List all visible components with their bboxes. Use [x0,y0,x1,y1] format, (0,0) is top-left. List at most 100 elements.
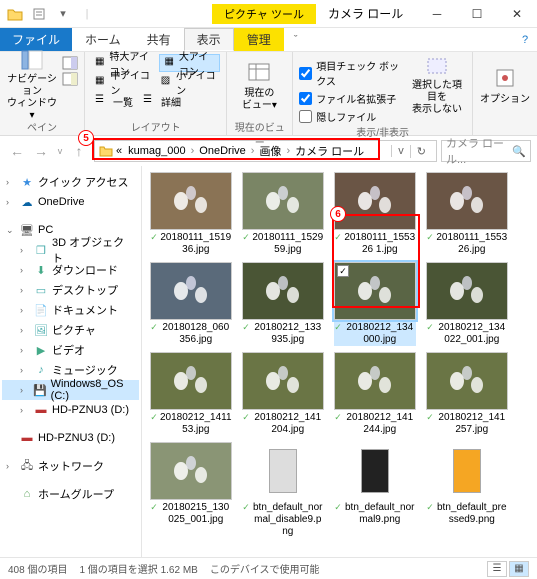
status-bar: 408 個の項目 1 個の項目を選択 1.62 MB このデバイスで使用可能 ☰… [0,557,537,579]
refresh-button[interactable]: ↻ [410,145,432,158]
check-item-checkboxes[interactable]: 項目チェック ボックス [299,58,404,88]
details-pane-icon[interactable] [62,72,78,86]
file-grid[interactable]: 6 ✓20180111_151936.jpg✓20180111_152959.j… [142,166,537,557]
net-icon: 🖧 [20,459,34,473]
tree-item[interactable]: ›🖼ピクチャ [2,320,139,340]
file-item[interactable]: ✓20180212_141257.jpg [424,352,510,436]
tree-item[interactable]: ›📄ドキュメント [2,300,139,320]
sync-icon: ✓ [334,322,342,333]
3d-icon: ❒ [34,243,48,257]
maximize-button[interactable]: ☐ [457,0,497,28]
tree-item[interactable]: ▬HD-PZNU3 (D:) [2,428,139,448]
tree-item[interactable]: ›★クイック アクセス [2,172,139,192]
view-details-button[interactable]: ☰ [487,561,507,577]
file-item[interactable]: ✓btn_default_normal9.png [332,442,418,538]
properties-icon[interactable] [28,3,50,25]
file-name: ✓btn_default_pressed9.png [426,500,508,526]
search-box[interactable]: カメラ ロール... 🔍 [441,140,531,162]
tree-item[interactable]: ›♪ミュージック [2,360,139,380]
check-extensions[interactable]: ファイル名拡張子 [299,91,404,106]
chevron-icon: › [20,325,30,335]
file-item[interactable]: ✓20180111_155326.jpg [424,172,510,256]
columns-icon [245,58,273,86]
current-view-button[interactable]: 現在の ビュー▾ [233,54,285,116]
ribbon-collapse-icon[interactable]: ˇ [284,28,308,51]
sync-icon: ✓ [150,322,158,333]
sync-icon: ✓ [242,232,250,243]
navigation-pane-button[interactable]: ナビゲーション ウィンドウ▾ [6,54,58,116]
options-button[interactable]: オプション [479,54,531,116]
vid-icon: ▶ [34,343,48,357]
file-item[interactable]: ✓20180111_151936.jpg [148,172,234,256]
tree-item[interactable]: ›▶ビデオ [2,340,139,360]
sync-icon: ✓ [150,412,158,423]
crumb-2[interactable]: 画像 [256,143,284,159]
showhide-checks: 項目チェック ボックス ファイル名拡張子 隠しファイル [299,54,404,124]
pic-icon: 🖼 [34,323,48,337]
current-view-label: 現在の ビュー▾ [242,88,277,112]
hide-icon [423,54,451,78]
file-item[interactable]: ✓20180215_130025_001.jpg [148,442,234,538]
options-icon [491,64,519,92]
help-button[interactable]: ? [513,28,537,51]
file-item[interactable]: ✓20180128_060356.jpg [148,262,234,346]
recent-dropdown[interactable]: v [54,140,66,162]
file-name: ✓20180111_151936.jpg [150,230,232,256]
chevron-icon: › [20,285,30,295]
tree-item[interactable]: ›▬HD-PZNU3 (D:) [2,400,139,420]
preview-pane-icon[interactable] [62,56,78,70]
sync-icon: ✓ [150,232,158,243]
tree-item[interactable]: ›☁OneDrive [2,192,139,212]
back-button[interactable]: ← [6,140,28,162]
crumb-1[interactable]: OneDrive [196,145,248,157]
status-selection: 1 個の項目を選択 1.62 MB [79,561,197,576]
file-item[interactable]: ✓✓20180212_134000.jpg [332,262,418,346]
doc-icon: 📄 [34,303,48,317]
check-hidden[interactable]: 隠しファイル [299,109,404,124]
crumb-3[interactable]: カメラ ロール [292,143,367,159]
file-item[interactable]: ✓20180212_141244.jpg [332,352,418,436]
tree-item[interactable]: ›❒3D オブジェクト [2,240,139,260]
file-item[interactable]: ✓20180212_141204.jpg [240,352,326,436]
tree-item[interactable]: ›▭デスクトップ [2,280,139,300]
file-thumbnail [242,262,324,320]
crumb-0[interactable]: kumag_000 [125,145,189,157]
hide-selected-button[interactable]: 選択した項目を 表示しない [408,54,466,116]
tree-item[interactable]: ⌂ホームグループ [2,484,139,504]
sync-icon: ✓ [242,502,250,513]
grid-icon: ▦ [95,56,105,70]
file-item[interactable]: ✓20180212_134022_001.jpg [424,262,510,346]
checkbox-icon[interactable]: ✓ [337,265,349,277]
tree-item-label: HD-PZNU3 (D:) [38,432,115,444]
address-dropdown-icon[interactable]: v [391,145,410,157]
main-area: ›★クイック アクセス›☁OneDrive⌄🖥PC›❒3D オブジェクト›⬇ダウ… [0,166,537,557]
file-item[interactable]: ✓20180111_152959.jpg [240,172,326,256]
forward-button[interactable]: → [30,140,52,162]
tree-item-label: Windows8_OS (C:) [51,378,135,402]
pc-icon: 🖥 [20,223,34,237]
layout-medium[interactable]: ▦中アイコン [91,73,155,91]
file-thumbnail [242,442,324,500]
file-thumbnail [242,352,324,410]
file-item[interactable]: ✓btn_default_normal_disable9.png [240,442,326,538]
minimize-button[interactable]: ─ [417,0,457,28]
file-thumbnail [334,352,416,410]
tree-item[interactable]: ›🖧ネットワーク [2,456,139,476]
tree-item[interactable]: ›💾Windows8_OS (C:) [2,380,139,400]
view-thumbs-button[interactable]: ▦ [509,561,529,577]
chevron-icon: › [6,197,16,207]
file-item[interactable]: ✓20180212_141153.jpg [148,352,234,436]
folder-glyph-icon [99,145,113,157]
file-thumbnail [426,172,508,230]
tab-manage[interactable]: 管理 [234,28,284,51]
file-item[interactable]: ✓btn_default_pressed9.png [424,442,510,538]
chevron-icon: ⌄ [6,225,16,236]
breadcrumb[interactable]: « kumag_000› OneDrive› 画像› カメラ ロール v ↻ [94,140,437,162]
layout-list[interactable]: ☰一覧 [91,92,137,110]
layout-details[interactable]: ☰詳細 [139,92,185,110]
close-button[interactable]: ✕ [497,0,537,28]
qat-dropdown-icon[interactable]: ▾ [52,3,74,25]
file-item[interactable]: ✓20180212_133935.jpg [240,262,326,346]
group-label-current: 現在のビュー [233,119,286,133]
layout-small[interactable]: ▨小アイコン [157,73,221,91]
